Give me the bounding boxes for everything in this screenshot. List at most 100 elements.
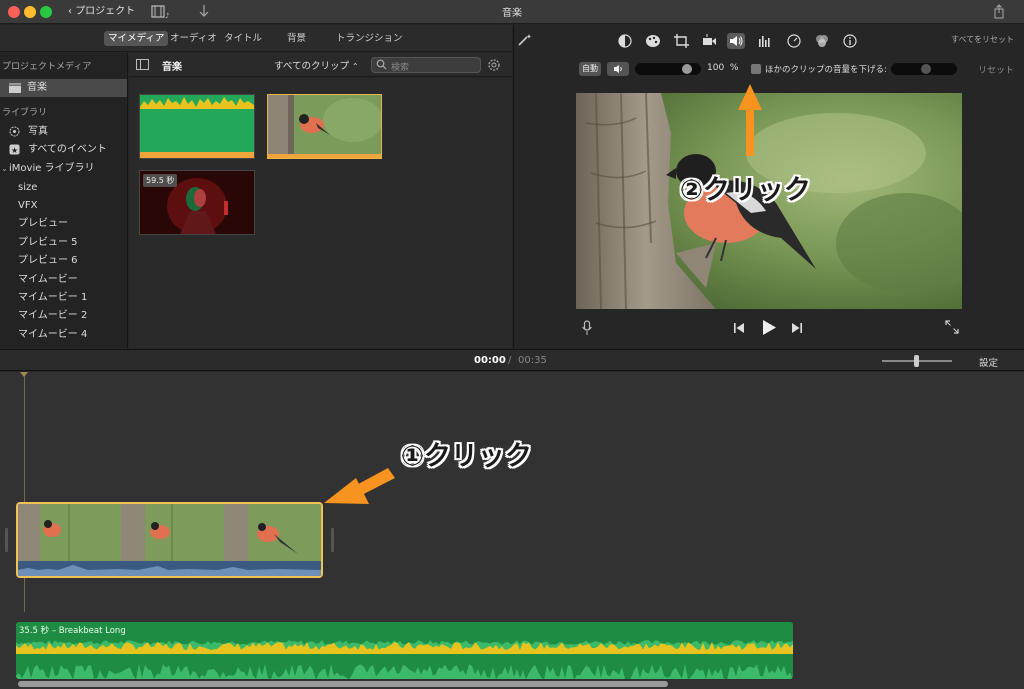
timeline-scrollbar[interactable]	[18, 681, 668, 687]
library-header: ライブラリ	[2, 108, 48, 118]
sidebar-item-event[interactable]: プレビュー 6	[0, 252, 127, 270]
volume-percentage: 100 %	[707, 63, 738, 73]
current-time: 00:00	[474, 355, 506, 366]
skip-forward-icon[interactable]	[791, 322, 803, 334]
clip-trim-handle-left[interactable]	[5, 528, 8, 552]
clapper-icon	[9, 83, 21, 93]
sidebar-item-label: プレビュー 6	[18, 255, 78, 266]
sidebar-item-label: マイムービー 4	[18, 329, 88, 340]
time-separator: /	[508, 355, 512, 366]
equalizer-bars-icon[interactable]	[756, 33, 774, 49]
disclosure-chevron-icon: ⌄	[1, 164, 8, 173]
media-browser: 59.5 秒	[129, 78, 512, 348]
performer-clip-thumbnail[interactable]: 59.5 秒	[139, 170, 255, 235]
svg-text:✦: ✦	[526, 33, 532, 41]
reset-button[interactable]: リセット	[978, 63, 1014, 76]
sidebar-item-event[interactable]: VFX	[0, 197, 127, 215]
gear-icon[interactable]	[487, 58, 501, 72]
auto-volume-button[interactable]: 自動	[579, 62, 601, 76]
browser-tab-bar: マイメディア オーディオ タイトル 背景 トランジション	[0, 25, 512, 52]
speaker-icon	[614, 65, 622, 73]
search-placeholder: 検索	[391, 63, 410, 73]
flower-icon	[9, 126, 20, 137]
sidebar-item-label: マイムービー 2	[18, 310, 88, 321]
clip-duration-badge: 59.5 秒	[143, 174, 178, 187]
project-media-header: プロジェクトメディア	[2, 62, 92, 72]
step-1-label: ①クリック	[401, 441, 532, 472]
crop-icon[interactable]	[673, 33, 691, 49]
sidebar-item-label: すべてのイベント	[28, 144, 107, 155]
star-icon: ★	[9, 144, 20, 155]
tab-transitions[interactable]: トランジション	[332, 31, 407, 46]
video-clip-bird[interactable]	[16, 502, 323, 578]
tab-backgrounds[interactable]: 背景	[283, 31, 310, 46]
sidebar-item-photos[interactable]: 写真	[0, 123, 127, 141]
sidebar-item-label: 写真	[28, 126, 48, 137]
window-title: 音楽	[502, 8, 522, 19]
lower-other-clips-label: ほかのクリップの音量を下げる:	[765, 65, 887, 75]
volume-value: 100	[707, 63, 725, 73]
palette-icon[interactable]	[644, 33, 662, 49]
sidebar-item-event[interactable]: マイムービー	[0, 271, 127, 289]
timeline-settings-button[interactable]: 設定	[979, 355, 998, 369]
tab-audio[interactable]: オーディオ	[166, 31, 221, 46]
clip-filter-circles-icon[interactable]	[813, 33, 831, 49]
microphone-icon[interactable]	[581, 320, 593, 336]
volume-slider-knob[interactable]	[681, 64, 692, 74]
volume-speaker-icon[interactable]	[727, 33, 745, 49]
timeline-header: 00:00 / 00:35 設定	[0, 349, 1024, 371]
title-bar: ‹ プロジェクト ♪ 音楽	[0, 0, 1024, 24]
sidebar-item-label: マイムービー	[18, 274, 78, 285]
sidebar-item-project-music[interactable]: 音楽	[0, 79, 127, 97]
skip-back-icon[interactable]	[733, 322, 745, 334]
sidebar-item-event[interactable]: マイムービー 2	[0, 307, 127, 325]
sidebar-item-label: VFX	[18, 200, 38, 211]
tab-titles[interactable]: タイトル	[220, 31, 266, 46]
search-field[interactable]: 検索	[371, 57, 481, 73]
tab-my-media[interactable]: マイメディア	[104, 31, 169, 46]
fullscreen-icon[interactable]	[945, 320, 959, 334]
browser-title: 音楽	[162, 62, 182, 73]
sidebar-item-label: マイムービー 1	[18, 292, 88, 303]
sidebar-item-event[interactable]: size	[0, 179, 127, 197]
updown-chevron-icon: ⌃	[352, 62, 359, 71]
total-duration: 00:35	[518, 355, 547, 366]
music-audio-clip[interactable]: 35.5 秒 – Breakbeat Long	[16, 622, 793, 679]
search-icon	[376, 59, 387, 70]
timeline-zoom-knob[interactable]	[914, 355, 919, 367]
sidebar-item-label: iMovie ライブラリ	[9, 163, 95, 174]
sidebar-item-label: size	[18, 182, 38, 193]
playhead-marker-icon[interactable]	[20, 372, 28, 377]
library-sidebar: プロジェクトメディア 音楽 ライブラリ 写真 ★ すべてのイベント ⌄ iMov…	[0, 53, 128, 348]
stabilization-camera-icon[interactable]	[700, 33, 718, 49]
sidebar-item-label: プレビュー	[18, 218, 68, 229]
step-2-label: ②クリック	[680, 175, 811, 206]
sidebar-item-all-events[interactable]: ★ すべてのイベント	[0, 141, 127, 159]
sidebar-item-label: プレビュー 5	[18, 237, 78, 248]
audio-clip-thumbnail[interactable]	[139, 94, 255, 159]
sidebar-item-event[interactable]: マイムービー 1	[0, 289, 127, 307]
speed-gauge-icon[interactable]	[785, 33, 803, 49]
bird-clip-thumbnail[interactable]	[267, 94, 382, 159]
share-icon[interactable]	[993, 4, 1005, 19]
play-icon[interactable]	[761, 319, 777, 336]
lower-other-clips-checkbox[interactable]	[751, 64, 761, 74]
sidebar-item-imovie-library[interactable]: ⌄ iMovie ライブラリ	[0, 160, 127, 178]
clip-filter-label: すべてのクリップ	[274, 61, 349, 72]
browser-toolbar: 音楽 すべてのクリップ ⌃ 検索	[129, 53, 512, 77]
sidebar-item-event[interactable]: マイムービー 4	[0, 326, 127, 344]
reset-all-button[interactable]: すべてをリセット	[951, 34, 1014, 45]
lower-other-clips-knob[interactable]	[921, 64, 931, 74]
sidebar-item-label: 音楽	[27, 82, 47, 93]
clip-filter-dropdown[interactable]: すべてのクリップ ⌃	[274, 58, 359, 72]
sidebar-item-event[interactable]: プレビュー 5	[0, 234, 127, 252]
sidebar-item-event[interactable]: プレビュー	[0, 215, 127, 233]
mute-button[interactable]	[607, 62, 629, 76]
info-icon[interactable]	[841, 33, 859, 49]
timeline: 35.5 秒 – Breakbeat Long	[0, 372, 1024, 689]
clip-trim-handle-right[interactable]	[331, 528, 334, 552]
magic-wand-icon[interactable]: ✦	[516, 32, 532, 48]
color-balance-icon[interactable]	[616, 33, 634, 49]
audio-clip-label: 35.5 秒 – Breakbeat Long	[19, 626, 126, 636]
sidebar-toggle-icon[interactable]	[136, 59, 149, 70]
